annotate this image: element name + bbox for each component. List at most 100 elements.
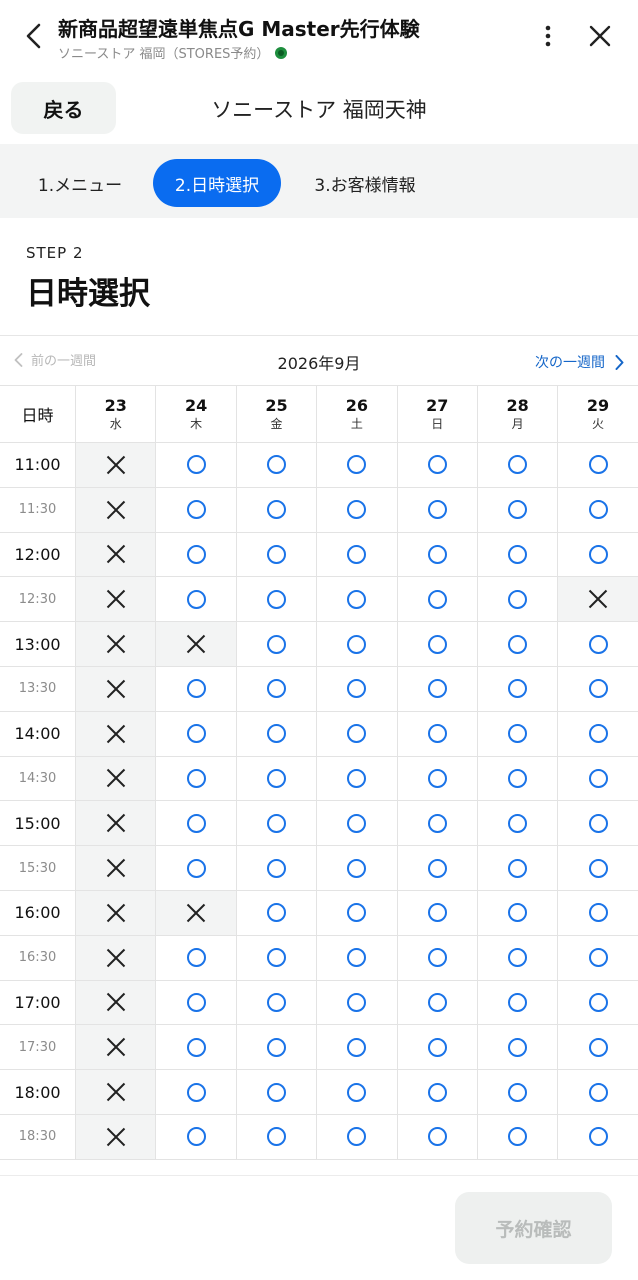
available-circle-icon[interactable] xyxy=(508,1037,528,1057)
available-circle-icon[interactable] xyxy=(427,992,447,1012)
available-slot[interactable] xyxy=(316,1025,396,1070)
available-slot[interactable] xyxy=(316,711,396,756)
available-circle-icon[interactable] xyxy=(588,1037,608,1057)
available-circle-icon[interactable] xyxy=(266,500,286,520)
available-circle-icon[interactable] xyxy=(427,858,447,878)
available-slot[interactable] xyxy=(235,756,316,801)
available-circle-icon[interactable] xyxy=(186,992,206,1012)
available-slot[interactable] xyxy=(396,980,477,1025)
available-slot[interactable] xyxy=(557,756,637,801)
available-slot[interactable] xyxy=(316,846,396,890)
available-slot[interactable] xyxy=(235,443,316,487)
available-slot[interactable] xyxy=(316,890,396,935)
available-slot[interactable] xyxy=(557,801,637,846)
return-button[interactable]: 戻る xyxy=(11,82,116,134)
available-slot[interactable] xyxy=(155,711,235,756)
available-slot[interactable] xyxy=(155,577,235,622)
available-circle-icon[interactable] xyxy=(508,679,528,699)
available-slot[interactable] xyxy=(476,532,557,577)
available-circle-icon[interactable] xyxy=(427,1082,447,1102)
available-slot[interactable] xyxy=(557,1114,637,1159)
available-slot[interactable] xyxy=(396,1114,477,1159)
available-circle-icon[interactable] xyxy=(186,813,206,833)
available-circle-icon[interactable] xyxy=(186,948,206,968)
available-slot[interactable] xyxy=(476,846,557,890)
available-circle-icon[interactable] xyxy=(347,858,367,878)
available-slot[interactable] xyxy=(476,487,557,532)
step-datetime-active[interactable]: 2.日時選択 xyxy=(153,159,281,207)
step-menu[interactable]: 1.メニュー xyxy=(26,159,134,207)
step-customer-info[interactable]: 3.お客様情報 xyxy=(300,159,430,207)
available-circle-icon[interactable] xyxy=(508,1082,528,1102)
close-icon[interactable] xyxy=(582,18,618,54)
available-slot[interactable] xyxy=(557,890,637,935)
available-circle-icon[interactable] xyxy=(508,589,528,609)
available-slot[interactable] xyxy=(316,577,396,622)
available-slot[interactable] xyxy=(235,487,316,532)
available-slot[interactable] xyxy=(476,756,557,801)
back-arrow-icon[interactable] xyxy=(14,16,54,56)
available-slot[interactable] xyxy=(235,666,316,711)
available-slot[interactable] xyxy=(155,1114,235,1159)
available-slot[interactable] xyxy=(316,1070,396,1114)
available-slot[interactable] xyxy=(557,532,637,577)
available-slot[interactable] xyxy=(557,487,637,532)
available-slot[interactable] xyxy=(476,1025,557,1070)
available-circle-icon[interactable] xyxy=(588,455,608,475)
available-circle-icon[interactable] xyxy=(186,544,206,564)
available-circle-icon[interactable] xyxy=(508,858,528,878)
available-slot[interactable] xyxy=(316,980,396,1025)
available-slot[interactable] xyxy=(316,935,396,980)
available-slot[interactable] xyxy=(476,1114,557,1159)
available-slot[interactable] xyxy=(396,711,477,756)
next-week-label[interactable]: 次の一週間 xyxy=(535,352,605,372)
available-circle-icon[interactable] xyxy=(266,589,286,609)
available-slot[interactable] xyxy=(155,1070,235,1114)
available-circle-icon[interactable] xyxy=(266,679,286,699)
available-circle-icon[interactable] xyxy=(588,813,608,833)
available-slot[interactable] xyxy=(396,532,477,577)
available-circle-icon[interactable] xyxy=(266,948,286,968)
available-circle-icon[interactable] xyxy=(427,544,447,564)
available-circle-icon[interactable] xyxy=(186,500,206,520)
available-circle-icon[interactable] xyxy=(588,544,608,564)
available-circle-icon[interactable] xyxy=(508,634,528,654)
available-slot[interactable] xyxy=(396,756,477,801)
available-circle-icon[interactable] xyxy=(508,500,528,520)
available-slot[interactable] xyxy=(396,935,477,980)
available-circle-icon[interactable] xyxy=(588,992,608,1012)
available-slot[interactable] xyxy=(235,622,316,666)
available-circle-icon[interactable] xyxy=(186,768,206,788)
available-slot[interactable] xyxy=(155,487,235,532)
available-circle-icon[interactable] xyxy=(266,724,286,744)
available-circle-icon[interactable] xyxy=(266,813,286,833)
available-slot[interactable] xyxy=(396,1025,477,1070)
available-circle-icon[interactable] xyxy=(266,634,286,654)
available-circle-icon[interactable] xyxy=(508,1127,528,1147)
available-circle-icon[interactable] xyxy=(508,813,528,833)
available-circle-icon[interactable] xyxy=(186,1127,206,1147)
available-slot[interactable] xyxy=(316,666,396,711)
available-circle-icon[interactable] xyxy=(588,1127,608,1147)
available-circle-icon[interactable] xyxy=(427,455,447,475)
available-circle-icon[interactable] xyxy=(427,813,447,833)
available-slot[interactable] xyxy=(155,935,235,980)
available-circle-icon[interactable] xyxy=(347,1127,367,1147)
available-circle-icon[interactable] xyxy=(508,724,528,744)
available-circle-icon[interactable] xyxy=(266,903,286,923)
available-circle-icon[interactable] xyxy=(508,992,528,1012)
available-slot[interactable] xyxy=(235,890,316,935)
available-slot[interactable] xyxy=(557,711,637,756)
available-circle-icon[interactable] xyxy=(427,1037,447,1057)
available-slot[interactable] xyxy=(557,935,637,980)
available-circle-icon[interactable] xyxy=(347,500,367,520)
available-circle-icon[interactable] xyxy=(588,500,608,520)
available-slot[interactable] xyxy=(235,577,316,622)
available-slot[interactable] xyxy=(155,846,235,890)
available-slot[interactable] xyxy=(316,622,396,666)
available-circle-icon[interactable] xyxy=(266,1037,286,1057)
available-circle-icon[interactable] xyxy=(347,1037,367,1057)
available-slot[interactable] xyxy=(557,980,637,1025)
available-circle-icon[interactable] xyxy=(347,679,367,699)
available-slot[interactable] xyxy=(235,935,316,980)
